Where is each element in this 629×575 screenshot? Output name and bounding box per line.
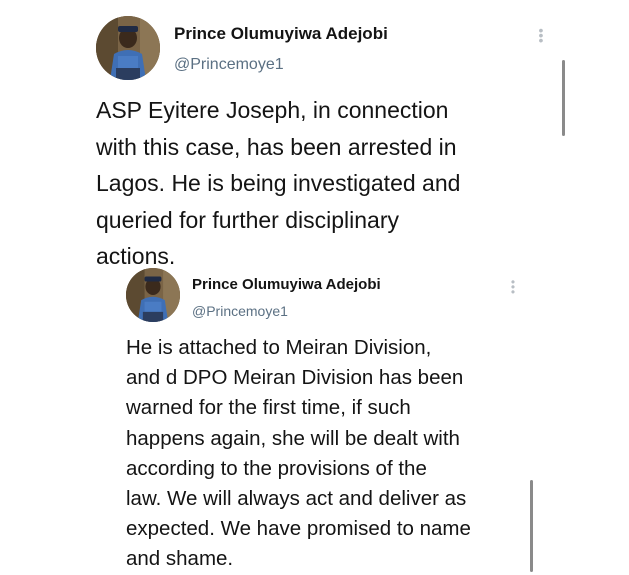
tweet-text: He is attached to Meiran Division, and d…: [126, 333, 471, 575]
tweet-text-line: and shame.: [126, 547, 234, 571]
tweet-text-line: happens again, she will be dealt with: [126, 426, 460, 450]
tweet-reply: Prince Olumuyiwa Adejobi @Princemoye1 • •…: [0, 0, 629, 572]
author-handle[interactable]: @Princemoye1: [192, 303, 288, 319]
tweet-text-line: according to the provisions of the: [126, 456, 427, 480]
tweet-text-line: warned for the first time, if such: [126, 396, 411, 420]
scrollbar[interactable]: [530, 480, 533, 572]
author-avatar[interactable]: [126, 268, 180, 322]
tweet-text-line: and d DPO Meiran Division has been: [126, 366, 464, 390]
author-name[interactable]: Prince Olumuyiwa Adejobi: [192, 276, 381, 293]
avatar-photo: [126, 268, 180, 322]
tweet-text-line: law. We will always act and deliver as: [126, 487, 467, 511]
more-vertical-icon[interactable]: • • •: [510, 276, 516, 298]
tweet-text-line: He is attached to Meiran Division,: [126, 336, 432, 359]
tweet-text-line: expected. We have promised to name: [126, 517, 471, 541]
